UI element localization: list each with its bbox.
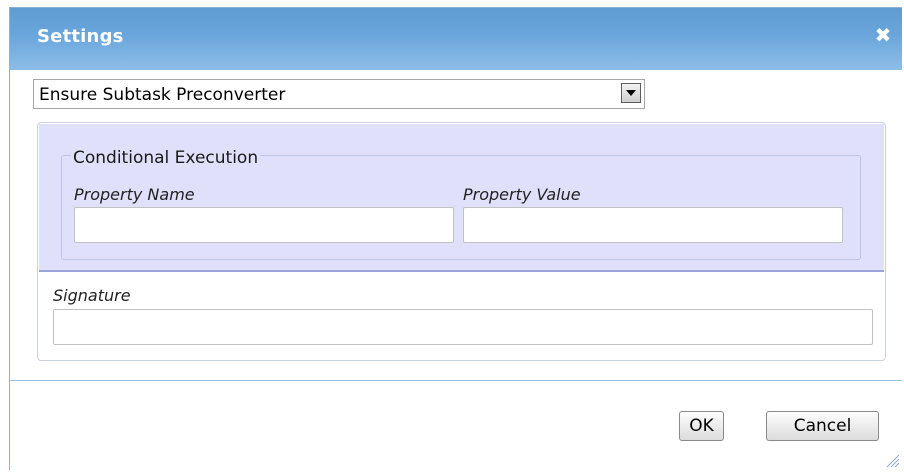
signature-input[interactable] [53, 309, 873, 345]
property-name-label: Property Name [74, 185, 195, 204]
signature-label: Signature [53, 286, 131, 305]
dialog-title: Settings [37, 26, 124, 47]
property-name-input[interactable] [74, 207, 454, 243]
property-value-label: Property Value [463, 185, 581, 204]
type-select-value: Ensure Subtask Preconverter [39, 85, 286, 105]
conditional-execution-section: Conditional Execution Property Name Prop… [39, 124, 884, 272]
ok-button[interactable]: OK [679, 411, 724, 441]
close-icon[interactable]: ✖ [872, 24, 894, 46]
cancel-button[interactable]: Cancel [766, 411, 879, 441]
property-value-input[interactable] [463, 207, 843, 243]
conditional-execution-legend: Conditional Execution [71, 148, 261, 168]
resize-grip-icon[interactable] [884, 452, 900, 468]
settings-panel: Conditional Execution Property Name Prop… [37, 122, 886, 361]
chevron-down-icon[interactable] [621, 83, 641, 103]
dialog-titlebar[interactable]: Settings ✖ [10, 8, 902, 70]
preconverter-type-select[interactable]: Ensure Subtask Preconverter [33, 79, 645, 109]
settings-dialog: Settings ✖ Ensure Subtask Preconverter C… [9, 7, 902, 470]
footer-divider [10, 380, 902, 381]
